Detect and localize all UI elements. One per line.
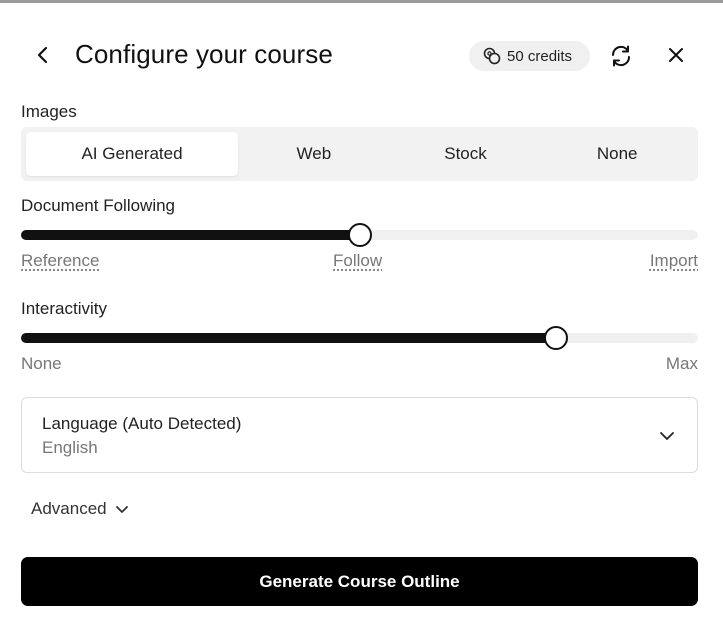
refresh-button[interactable]: [606, 41, 636, 71]
slider-fill: [21, 333, 556, 343]
advanced-toggle[interactable]: Advanced: [31, 499, 129, 519]
interactivity-ticks: None Max: [21, 354, 698, 376]
coins-icon: [483, 47, 501, 65]
chevron-down-icon: [115, 505, 129, 514]
chevron-left-icon: [37, 46, 48, 64]
interactivity-slider[interactable]: [21, 326, 698, 350]
interactivity-min-label: None: [21, 354, 62, 373]
top-border: [0, 0, 723, 3]
interactivity-label: Interactivity: [21, 299, 107, 318]
images-label: Images: [21, 102, 77, 121]
interactivity-max-label: Max: [665, 354, 698, 373]
document-following-ticks: Reference Follow Import: [21, 251, 698, 273]
language-value: English: [42, 438, 98, 457]
close-button[interactable]: [662, 41, 690, 69]
image-option-none[interactable]: None: [541, 132, 693, 176]
refresh-icon: [611, 45, 631, 67]
close-icon: [669, 48, 683, 62]
slider-thumb[interactable]: [348, 223, 372, 247]
credits-label: 50 credits: [507, 47, 573, 65]
tick-reference[interactable]: Reference: [21, 251, 99, 271]
image-option-ai-generated[interactable]: AI Generated: [26, 132, 238, 176]
page-title: Configure your course: [75, 39, 333, 69]
images-segmented-control: AI Generated Web Stock None: [21, 127, 698, 181]
header: Configure your course 50 credits: [0, 30, 723, 80]
tick-import[interactable]: Import: [650, 251, 698, 271]
document-following-slider[interactable]: [21, 223, 698, 247]
generate-course-outline-button[interactable]: Generate Course Outline: [21, 557, 698, 606]
image-option-web[interactable]: Web: [238, 132, 390, 176]
language-title: Language (Auto Detected): [42, 414, 242, 433]
slider-fill: [21, 230, 360, 240]
image-option-stock[interactable]: Stock: [390, 132, 542, 176]
document-following-label: Document Following: [21, 196, 176, 215]
back-button[interactable]: [29, 41, 57, 69]
credits-badge[interactable]: 50 credits: [469, 41, 590, 71]
tick-follow[interactable]: Follow: [333, 251, 382, 271]
chevron-down-icon: [657, 426, 677, 446]
slider-thumb[interactable]: [544, 326, 568, 350]
advanced-label: Advanced: [31, 499, 107, 518]
language-select[interactable]: Language (Auto Detected) English: [21, 397, 698, 473]
